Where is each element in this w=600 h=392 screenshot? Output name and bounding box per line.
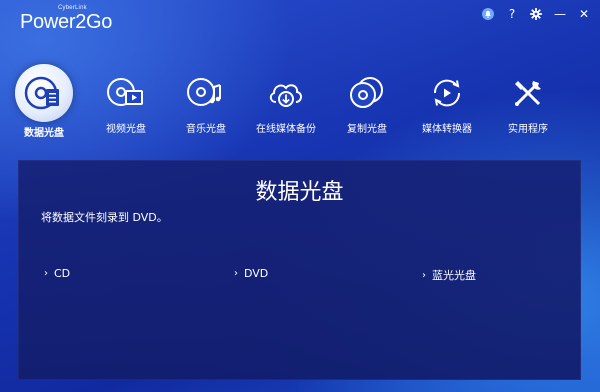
option-bluray[interactable]: › 蓝光光盘 — [422, 267, 476, 283]
data-disc-icon — [15, 64, 73, 122]
chevron-right-icon: › — [44, 268, 48, 279]
nav-label: 在线媒体备份 — [256, 124, 316, 135]
help-icon: ? — [508, 7, 516, 21]
nav-online-backup[interactable]: 在线媒体备份 — [246, 58, 326, 135]
nav-utilities[interactable]: 实用程序 — [488, 58, 568, 135]
brand-name: Power2Go — [20, 11, 113, 33]
video-disc-icon — [101, 68, 151, 118]
window-controls: ? — ✕ — [480, 6, 592, 22]
close-button[interactable]: ✕ — [576, 6, 592, 22]
chevron-right-icon: › — [422, 269, 426, 281]
minimize-icon: — — [554, 7, 566, 21]
nav-media-converter[interactable]: 媒体转换器 — [407, 58, 487, 135]
minimize-button[interactable]: — — [552, 6, 568, 22]
nav-music-disc[interactable]: 音乐光盘 — [166, 58, 246, 135]
utilities-icon — [503, 68, 553, 118]
app-window: CyberLink Power2Go ? — ✕ 数据光盘 视频光盘 音乐光盘 … — [0, 0, 600, 392]
nav-copy-disc[interactable]: 复制光盘 — [327, 58, 407, 135]
gear-icon — [530, 8, 542, 20]
main-nav: 数据光盘 视频光盘 音乐光盘 在线媒体备份 复制光盘 媒体转换器 实用程序 — [0, 58, 600, 148]
chevron-right-icon: › — [234, 268, 238, 279]
content-panel: 数据光盘 将数据文件刻录到 DVD。 › CD › DVD › 蓝光光盘 — [18, 160, 581, 380]
option-dvd[interactable]: › DVD — [234, 267, 268, 280]
page-title: 数据光盘 — [255, 180, 344, 205]
nav-label: 数据光盘 — [24, 128, 64, 139]
bell-icon — [482, 8, 494, 20]
help-button[interactable]: ? — [504, 6, 520, 22]
settings-button[interactable] — [528, 6, 544, 22]
nav-video-disc[interactable]: 视频光盘 — [86, 58, 166, 135]
nav-label: 媒体转换器 — [422, 124, 472, 135]
nav-data-disc[interactable]: 数据光盘 — [4, 58, 84, 139]
nav-label: 复制光盘 — [347, 124, 387, 135]
option-cd[interactable]: › CD — [44, 267, 70, 280]
nav-label: 音乐光盘 — [186, 124, 226, 135]
page-description: 将数据文件刻录到 DVD。 — [41, 211, 168, 224]
option-label: 蓝光光盘 — [432, 269, 476, 282]
copy-disc-icon — [342, 68, 392, 118]
cloud-backup-icon — [261, 68, 311, 118]
close-icon: ✕ — [578, 7, 590, 21]
nav-label: 实用程序 — [508, 124, 548, 135]
nav-label: 视频光盘 — [106, 124, 146, 135]
music-disc-icon — [181, 68, 231, 118]
option-label: DVD — [244, 267, 269, 280]
option-label: CD — [54, 267, 71, 280]
media-converter-icon — [422, 68, 472, 118]
notification-button[interactable] — [480, 6, 496, 22]
